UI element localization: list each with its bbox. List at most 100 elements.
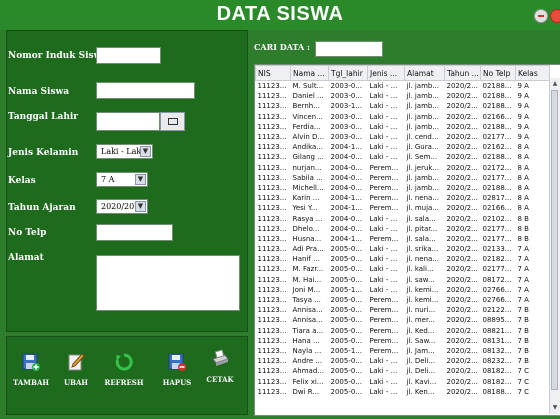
table-cell: 8 A [517, 183, 529, 192]
table-row[interactable]: 11123... Tiara a... 2005-0... Perem... jl. K… [256, 326, 550, 336]
table-cell: 08182... [482, 367, 512, 376]
table-cell: Laki - ... [369, 255, 398, 264]
table-cell: Ferdia... [292, 122, 321, 131]
table-cell: 8 A [517, 204, 529, 213]
table-row[interactable]: 11123... Nayla ... 2005-1... Perem... jl. Ja… [256, 346, 550, 356]
calendar-icon[interactable] [160, 112, 185, 131]
kelas-select[interactable]: 7 A ▼ [96, 172, 148, 187]
column-header[interactable]: Alamat [404, 65, 445, 81]
column-header[interactable]: Jenis ... [367, 65, 405, 81]
scroll-thumb[interactable] [551, 90, 558, 390]
table-cell: Laki - ... [369, 143, 398, 152]
table-cell: 11123... [257, 173, 287, 182]
table-cell: Laki - ... [369, 224, 398, 233]
nis-input[interactable] [96, 47, 161, 64]
close-icon[interactable] [550, 9, 560, 23]
table-cell: jl. pitar... [406, 224, 438, 233]
table-row[interactable]: 11123... Annisa... 2005-0... Perem... jl. nu… [256, 305, 550, 315]
table-cell: 2020/2... [446, 275, 478, 284]
table-cell: 2020/2... [446, 204, 478, 213]
table-row[interactable]: 11123... nurjan... 2004-0... Perem... jl. je… [256, 163, 550, 173]
table-row[interactable]: 11123... Daniel ... 2003-0... Laki - ... jl.… [256, 91, 550, 101]
table-cell: jl. mer... [406, 316, 435, 325]
table-row[interactable]: 11123... Joni M... 2005-1... Laki - ... jl. … [256, 285, 550, 295]
table-cell: Perem... [369, 326, 399, 335]
table-cell: Annisa... [292, 316, 323, 325]
chevron-down-icon[interactable]: ▼ [135, 201, 146, 212]
table-cell: 02172... [482, 163, 512, 172]
scroll-down-icon[interactable]: ▼ [551, 404, 559, 412]
tahun-ajaran-select[interactable]: 2020/2021 ▼ [96, 199, 148, 214]
table-row[interactable]: 11123... Dwi R... 2005-0... Laki - ... jl. K… [256, 387, 550, 397]
hapus-button[interactable]: HAPUS [155, 352, 199, 402]
table-cell: 11123... [257, 316, 287, 325]
table-cell: Adi Pra... [292, 245, 324, 254]
table-cell: Perem... [369, 234, 399, 243]
table-cell: 02188... [482, 102, 512, 111]
scroll-up-icon[interactable]: ▲ [551, 80, 559, 88]
table-row[interactable]: 11123... Yesi Y... 2004-1... Perem... jl. mu… [256, 203, 550, 213]
table-cell: 7 A [517, 255, 529, 264]
table-row[interactable]: 11123... Vincen... 2003-0... Laki - ... jl. … [256, 112, 550, 122]
table-cell: 11123... [257, 367, 287, 376]
table-row[interactable]: 11123... M. Hai... 2005-0... Laki - ... jl. … [256, 275, 550, 285]
refresh-button[interactable]: REFRESH [102, 352, 146, 402]
table-cell: 7 A [517, 275, 529, 284]
table-cell: 11123... [257, 234, 287, 243]
table-row[interactable]: 11123... M. Sult... 2003-0... Laki - ... jl.… [256, 81, 550, 92]
table-row[interactable]: 11123... Husna... 2004-1... Perem... jl. sal… [256, 234, 550, 244]
column-header[interactable]: Tahun ... [444, 65, 481, 81]
table-cell: 2020/2... [446, 367, 478, 376]
table-cell: Ahmad... [292, 367, 324, 376]
table-row[interactable]: 11123... Ahmad... 2005-0... Laki - ... jl. D… [256, 366, 550, 376]
table-cell: 2004-0... [330, 153, 362, 162]
table-cell: jl. jamb... [406, 112, 440, 121]
table-cell: 7 A [517, 285, 529, 294]
table-row[interactable]: 11123... Alvin D... 2003-0... Laki - ... jl.… [256, 132, 550, 142]
chevron-down-icon[interactable]: ▼ [140, 146, 151, 157]
table-cell: 11123... [257, 357, 287, 366]
table-cell: Laki - ... [369, 357, 398, 366]
minimize-icon[interactable] [534, 9, 548, 23]
table-row[interactable]: 11123... Ferdia... 2003-0... Laki - ... jl. … [256, 122, 550, 132]
table-cell: 02177... [482, 224, 512, 233]
table-row[interactable]: 11123... Hanif ... 2005-0... Laki - ... jl. … [256, 254, 550, 264]
search-input[interactable] [315, 41, 383, 57]
table-row[interactable]: 11123... Rasya ... 2004-0... Laki - ... jl. … [256, 213, 550, 223]
table-row[interactable]: 11123... Bernh... 2003-1... Laki - ... jl. j… [256, 101, 550, 111]
table-row[interactable]: 11123... Felix xi... 2005-0... Laki - ... jl… [256, 376, 550, 386]
nama-input[interactable] [96, 82, 195, 99]
cetak-button[interactable]: CETAK [198, 349, 242, 399]
table-row[interactable]: 11123... Andika... 2004-1... Laki - ... jl. … [256, 142, 550, 152]
table-cell: Andika... [292, 143, 324, 152]
column-header[interactable]: Kelas [515, 65, 550, 81]
table-row[interactable]: 11123... Karin ... 2004-1... Perem... jl. ne… [256, 193, 550, 203]
table-row[interactable]: 11123... Andre ... 2005-0... Laki - ... jl. … [256, 356, 550, 366]
table-scrollbar[interactable]: ▲ ▼ [549, 78, 560, 414]
table-cell: Michell... [292, 183, 324, 192]
column-header[interactable]: No Telp [480, 65, 516, 81]
table-row[interactable]: 11123... Tasya ... 2005-0... Perem... jl. ke… [256, 295, 550, 305]
jenis-kelamin-select[interactable]: Laki - Laki ▼ [96, 144, 153, 159]
tambah-button[interactable]: TAMBAH [9, 352, 53, 402]
table-cell: jl. saw... [406, 275, 435, 284]
chevron-down-icon[interactable]: ▼ [135, 174, 146, 185]
table-row[interactable]: 11123... Adi Pra... 2005-0... Laki - ... jl.… [256, 244, 550, 254]
table-row[interactable]: 11123... Sabila ... 2004-0... Perem... jl. j… [256, 173, 550, 183]
alamat-textarea[interactable] [96, 255, 240, 311]
table-cell: 11123... [257, 245, 287, 254]
tgl-lahir-input[interactable] [96, 112, 160, 131]
table-row[interactable]: 11123... Dhelo... 2004-0... Laki - ... jl. p… [256, 224, 550, 234]
table-row[interactable]: 11123... M. Fazr... 2005-0... Laki - ... jl.… [256, 264, 550, 274]
table-row[interactable]: 11123... Hana ... 2005-0... Perem... jl. Saw… [256, 336, 550, 346]
table-row[interactable]: 11123... Annisa... 2005-0... Perem... jl. me… [256, 315, 550, 325]
table-cell: 02166... [482, 204, 512, 213]
table-row[interactable]: 11123... Michell... 2004-0... Perem... jl. j… [256, 183, 550, 193]
table-row[interactable]: 11123... Gilang ... 2004-0... Laki - ... jl.… [256, 152, 550, 162]
column-header[interactable]: Nama ... [290, 65, 329, 81]
no-telp-input[interactable] [96, 224, 173, 241]
table-cell: 8 A [517, 143, 529, 152]
column-header[interactable]: Tgl_lahir [328, 65, 368, 81]
column-header[interactable]: NIS [255, 65, 291, 81]
ubah-button[interactable]: UBAH [54, 352, 98, 402]
